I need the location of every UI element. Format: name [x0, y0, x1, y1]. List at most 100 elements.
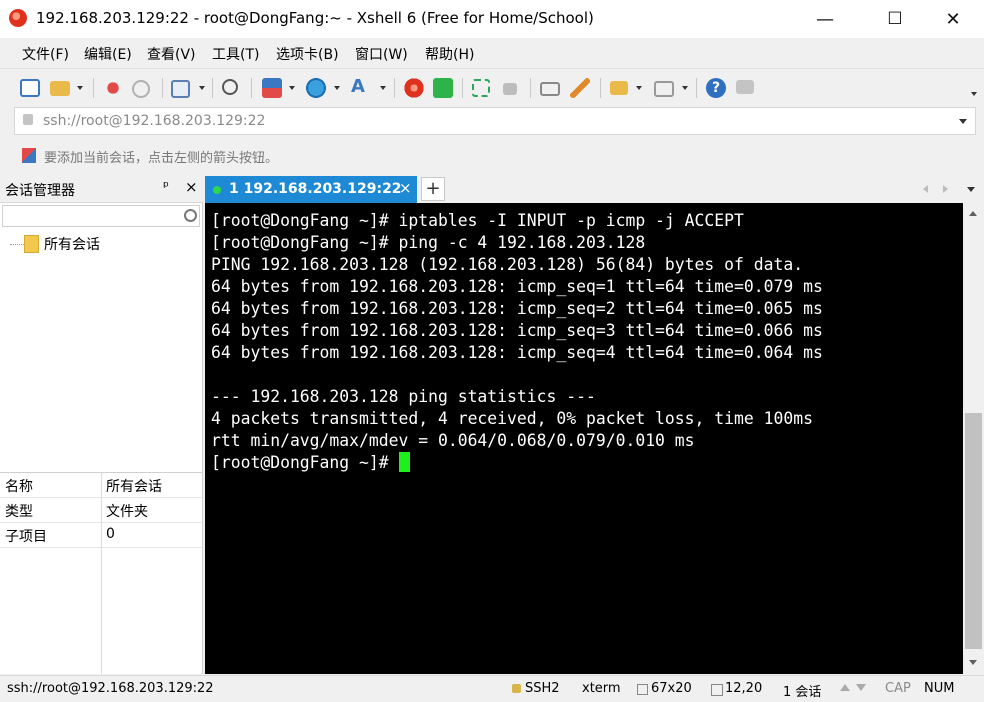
scroll-down-icon[interactable] — [856, 684, 866, 691]
property-value: 0 — [106, 526, 115, 542]
status-size: 67x20 — [651, 681, 692, 696]
tab-scroll-right-icon[interactable] — [943, 185, 948, 193]
toolbar-separator — [600, 78, 601, 98]
find-icon[interactable] — [222, 79, 238, 95]
session-search-input[interactable] — [2, 205, 200, 227]
hint-text: 要添加当前会话，点击左侧的箭头按钮。 — [44, 151, 279, 166]
keyboard-icon[interactable] — [540, 82, 560, 96]
minimize-button[interactable]: — — [802, 0, 848, 38]
tab-label: 1 192.168.203.129:22 — [229, 181, 402, 197]
status-bar: ssh://root@192.168.203.129:22 SSH2 xterm… — [0, 675, 984, 702]
terminal-cursor — [398, 452, 410, 472]
pin-icon[interactable]: ᵖ — [163, 179, 169, 195]
maximize-button[interactable]: ☐ — [872, 0, 918, 38]
dropdown-arrow-icon[interactable] — [289, 86, 295, 90]
disconnect-icon[interactable] — [132, 80, 150, 98]
add-tab-button[interactable]: + — [421, 177, 445, 201]
new-session-icon[interactable] — [20, 79, 40, 97]
menu-view[interactable]: 查看(V) — [147, 44, 196, 64]
menu-file[interactable]: 文件(F) — [22, 44, 69, 64]
menu-tabs[interactable]: 选项卡(B) — [276, 44, 339, 64]
toolbar: A ? — [0, 69, 984, 105]
tree-item-label: 所有会话 — [44, 237, 100, 253]
cursor-position-icon — [711, 684, 723, 696]
open-folder-icon[interactable] — [50, 81, 70, 96]
scroll-thumb[interactable] — [965, 413, 982, 649]
scroll-down-icon[interactable] — [969, 660, 977, 665]
terminal-line: --- 192.168.203.128 ping statistics --- — [211, 387, 596, 406]
property-key: 子项目 — [5, 529, 47, 545]
properties-icon[interactable] — [171, 80, 190, 98]
tab-scroll-left-icon[interactable] — [923, 185, 928, 193]
toolbar-separator — [212, 78, 213, 98]
add-folder-icon[interactable] — [610, 81, 628, 95]
property-value: 文件夹 — [106, 504, 148, 520]
terminal-line: 64 bytes from 192.168.203.128: icmp_seq=… — [211, 277, 823, 296]
toolbar-separator — [93, 78, 94, 98]
toolbar-separator — [530, 78, 531, 98]
close-button[interactable]: ✕ — [930, 0, 976, 38]
hint-bar: 要添加当前会话，点击左侧的箭头按钮。 — [0, 140, 984, 172]
terminal-line: 64 bytes from 192.168.203.128: icmp_seq=… — [211, 299, 823, 318]
search-icon[interactable] — [184, 209, 197, 222]
menu-tools[interactable]: 工具(T) — [212, 44, 259, 64]
connected-status-icon — [213, 186, 221, 194]
transfer-icon[interactable] — [262, 78, 282, 98]
help-icon[interactable]: ? — [706, 78, 726, 98]
terminal-prompt: [root@DongFang ~]# — [211, 453, 399, 472]
dropdown-arrow-icon[interactable] — [77, 86, 83, 90]
chat-icon[interactable] — [736, 80, 754, 94]
toolbar-separator — [251, 78, 252, 98]
lock-icon[interactable] — [503, 83, 517, 95]
column-divider[interactable] — [101, 472, 102, 674]
property-value: 所有会话 — [106, 479, 162, 495]
dropdown-arrow-icon[interactable] — [334, 86, 340, 90]
session-manager-panel: 会话管理器 ᵖ × 所有会话 名称 所有会话 类型 文件夹 子项目 0 — [0, 176, 203, 674]
dropdown-arrow-icon[interactable] — [682, 86, 688, 90]
pen-icon[interactable] — [570, 78, 590, 98]
lock-icon — [512, 684, 521, 693]
fullscreen-icon[interactable] — [472, 79, 490, 97]
tab-list-dropdown-icon[interactable] — [967, 187, 975, 192]
status-term-type: xterm — [582, 681, 621, 696]
toolbar-separator — [394, 78, 395, 98]
tab-session-1[interactable]: 1 192.168.203.129:22 × — [205, 176, 417, 203]
property-key: 名称 — [5, 479, 33, 495]
dropdown-arrow-icon[interactable] — [199, 86, 205, 90]
terminal-line: PING 192.168.203.128 (192.168.203.128) 5… — [211, 255, 804, 274]
globe-icon[interactable] — [306, 78, 326, 98]
address-dropdown-icon[interactable] — [959, 119, 967, 124]
terminal-scrollbar[interactable] — [963, 203, 984, 674]
property-key: 类型 — [5, 504, 33, 520]
font-icon[interactable]: A — [351, 76, 371, 97]
tab-close-button[interactable]: × — [399, 179, 412, 197]
tab-strip: 1 192.168.203.129:22 × + — [205, 176, 984, 203]
panel-close-button[interactable]: × — [185, 178, 198, 196]
menu-edit[interactable]: 编辑(E) — [84, 44, 132, 64]
scroll-up-icon[interactable] — [840, 684, 850, 691]
terminal-output: [root@DongFang ~]# iptables -I INPUT -p … — [211, 210, 823, 474]
window-title: 192.168.203.129:22 - root@DongFang:~ - X… — [36, 9, 594, 27]
dropdown-arrow-icon[interactable] — [636, 86, 642, 90]
menu-window[interactable]: 窗口(W) — [355, 44, 408, 64]
xshell-icon[interactable] — [404, 78, 424, 98]
layout-icon[interactable] — [654, 81, 674, 97]
toolbar-separator — [462, 78, 463, 98]
address-bar[interactable]: ssh://root@192.168.203.129:22 — [14, 107, 976, 135]
address-field[interactable]: ssh://root@192.168.203.129:22 — [43, 113, 265, 129]
terminal-line: rtt min/avg/max/mdev = 0.064/0.068/0.079… — [211, 431, 695, 450]
terminal[interactable]: [root@DongFang ~]# iptables -I INPUT -p … — [205, 203, 963, 674]
xftp-icon[interactable] — [433, 78, 453, 98]
dropdown-arrow-icon[interactable] — [971, 92, 977, 96]
scroll-up-icon[interactable] — [969, 211, 977, 216]
menu-help[interactable]: 帮助(H) — [425, 44, 474, 64]
bookmark-arrow-icon[interactable] — [22, 148, 36, 163]
reconnect-icon[interactable] — [103, 78, 123, 98]
folder-icon — [24, 235, 39, 253]
terminal-line: [root@DongFang ~]# iptables -I INPUT -p … — [211, 211, 744, 230]
terminal-line: 4 packets transmitted, 4 received, 0% pa… — [211, 409, 813, 428]
dropdown-arrow-icon[interactable] — [380, 86, 386, 90]
status-caps-lock: CAP — [885, 681, 911, 696]
resize-icon — [637, 684, 648, 695]
